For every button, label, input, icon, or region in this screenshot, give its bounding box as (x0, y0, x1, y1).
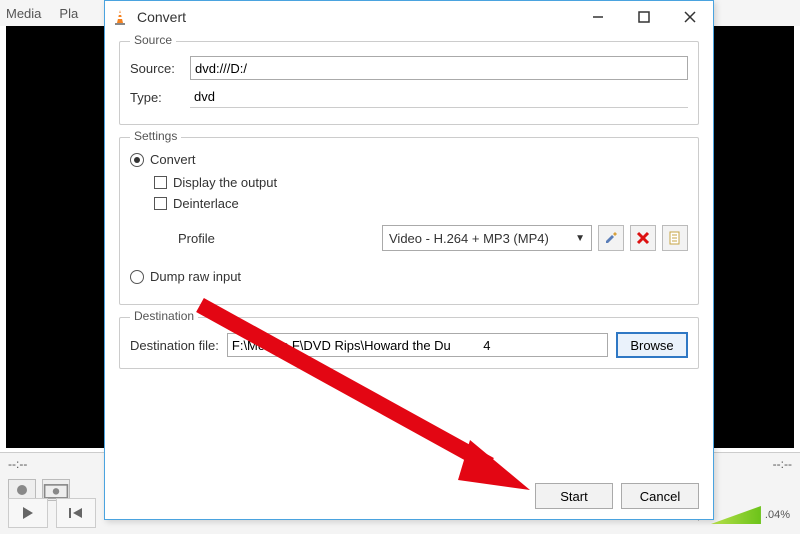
delete-profile-button[interactable] (630, 225, 656, 251)
dialog-button-bar: Start Cancel (105, 483, 713, 519)
source-input[interactable] (190, 56, 688, 80)
edit-profile-button[interactable] (598, 225, 624, 251)
dialog-title: Convert (137, 9, 186, 25)
browse-button[interactable]: Browse (616, 332, 688, 358)
dump-raw-radio[interactable] (130, 270, 144, 284)
deinterlace-checkbox[interactable] (154, 197, 167, 210)
dump-raw-label: Dump raw input (150, 269, 241, 284)
time-elapsed: --:-- (8, 457, 27, 471)
profile-select[interactable]: Video - H.264 + MP3 (MP4) ▼ (382, 225, 592, 251)
playback-buttons (8, 498, 96, 528)
convert-dialog: Convert Source Source: Type: Settings Co… (104, 0, 714, 520)
vlc-icon (111, 8, 129, 26)
convert-radio-label: Convert (150, 152, 196, 167)
play-button[interactable] (8, 498, 48, 528)
previous-button[interactable] (56, 498, 96, 528)
menu-media[interactable]: Media (6, 6, 41, 21)
destination-group: Destination Destination file: Browse (119, 317, 699, 369)
destination-label: Destination file: (130, 338, 219, 353)
volume-slider[interactable] (711, 506, 761, 524)
source-label: Source: (130, 61, 182, 76)
minimize-button[interactable] (575, 3, 621, 31)
cancel-button[interactable]: Cancel (621, 483, 699, 509)
profile-label: Profile (178, 231, 278, 246)
dialog-titlebar[interactable]: Convert (105, 1, 713, 33)
type-value (190, 86, 688, 108)
new-profile-button[interactable] (662, 225, 688, 251)
display-output-label: Display the output (173, 175, 277, 190)
source-group: Source Source: Type: (119, 41, 699, 125)
destination-group-title: Destination (130, 309, 198, 323)
convert-radio-row[interactable]: Convert (130, 152, 688, 167)
maximize-button[interactable] (621, 3, 667, 31)
dump-raw-row[interactable]: Dump raw input (130, 269, 688, 284)
start-button[interactable]: Start (535, 483, 613, 509)
source-group-title: Source (130, 33, 176, 47)
profile-row: Profile Video - H.264 + MP3 (MP4) ▼ (178, 225, 688, 251)
time-remaining: --:-- (773, 457, 792, 471)
destination-input[interactable] (227, 333, 608, 357)
menu-playback[interactable]: Pla (59, 6, 78, 21)
deinterlace-row[interactable]: Deinterlace (154, 196, 688, 211)
type-label: Type: (130, 90, 182, 105)
display-output-row[interactable]: Display the output (154, 175, 688, 190)
close-button[interactable] (667, 3, 713, 31)
deinterlace-label: Deinterlace (173, 196, 239, 211)
settings-group: Settings Convert Display the output Dein… (119, 137, 699, 305)
volume-percent: .04% (765, 509, 790, 521)
chevron-down-icon: ▼ (575, 233, 585, 244)
display-output-checkbox[interactable] (154, 176, 167, 189)
settings-group-title: Settings (130, 129, 181, 143)
profile-select-value: Video - H.264 + MP3 (MP4) (389, 231, 549, 246)
convert-radio[interactable] (130, 153, 144, 167)
